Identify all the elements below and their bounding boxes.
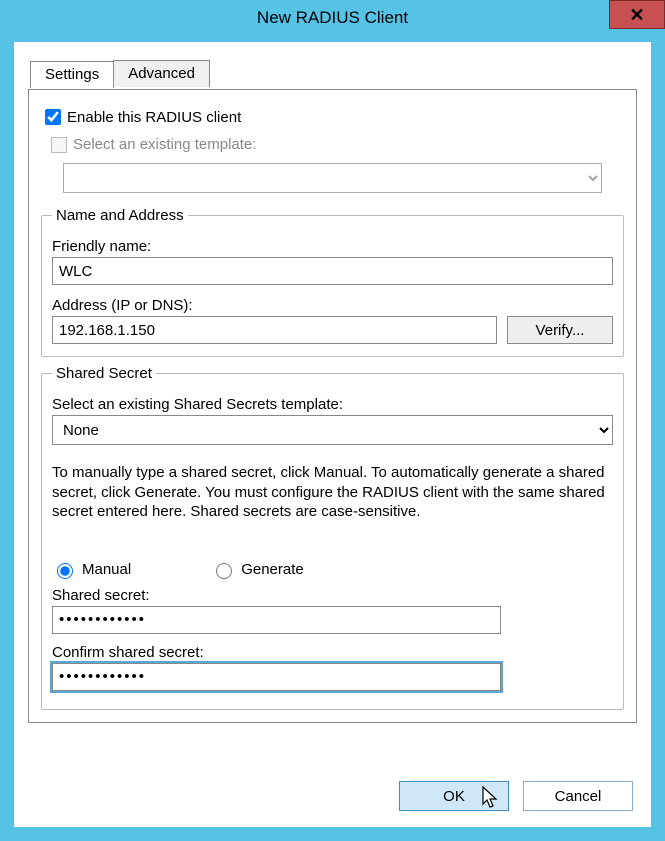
name-address-group: Name and Address Friendly name: Address … xyxy=(41,207,624,357)
tab-settings[interactable]: Settings xyxy=(30,61,114,88)
tab-advanced[interactable]: Advanced xyxy=(113,60,210,87)
existing-template-row: Select an existing template: xyxy=(51,136,624,153)
confirm-secret-input[interactable] xyxy=(52,663,501,691)
close-button[interactable]: ✕ xyxy=(609,0,665,29)
confirm-secret-label: Confirm shared secret: xyxy=(52,644,613,661)
existing-template-dropdown xyxy=(63,163,602,193)
enable-client-row: Enable this RADIUS client xyxy=(41,106,624,128)
generate-radio-label[interactable]: Generate xyxy=(211,560,304,579)
shared-secret-label: Shared secret: xyxy=(52,587,613,604)
shared-secret-info: To manually type a shared secret, click … xyxy=(52,463,613,522)
window-title: New RADIUS Client xyxy=(0,8,665,28)
verify-button[interactable]: Verify... xyxy=(507,316,613,344)
friendly-name-input[interactable] xyxy=(52,257,613,285)
shared-secret-template-label: Select an existing Shared Secrets templa… xyxy=(52,396,613,413)
existing-template-checkbox xyxy=(51,137,67,153)
name-address-legend: Name and Address xyxy=(52,207,188,224)
generate-radio[interactable] xyxy=(216,563,232,579)
dialog-button-row: OK Cancel xyxy=(399,781,633,811)
shared-secret-legend: Shared Secret xyxy=(52,365,156,382)
manual-radio[interactable] xyxy=(57,563,73,579)
manual-radio-label[interactable]: Manual xyxy=(52,560,131,579)
shared-secret-input[interactable] xyxy=(52,606,501,634)
tab-strip: Settings Advanced xyxy=(30,60,651,87)
enable-client-checkbox[interactable] xyxy=(45,109,61,125)
enable-client-label: Enable this RADIUS client xyxy=(67,109,241,126)
settings-panel: Enable this RADIUS client Select an exis… xyxy=(28,89,637,723)
close-icon: ✕ xyxy=(629,6,644,24)
shared-secret-template-dropdown[interactable]: None xyxy=(52,415,613,445)
dialog-content: Settings Advanced Enable this RADIUS cli… xyxy=(14,42,651,827)
titlebar: New RADIUS Client ✕ xyxy=(0,0,665,36)
shared-secret-group: Shared Secret Select an existing Shared … xyxy=(41,365,624,710)
existing-template-label: Select an existing template: xyxy=(73,136,256,153)
address-input[interactable] xyxy=(52,316,497,344)
cancel-button[interactable]: Cancel xyxy=(523,781,633,811)
address-label: Address (IP or DNS): xyxy=(52,297,613,314)
ok-button[interactable]: OK xyxy=(399,781,509,811)
friendly-name-label: Friendly name: xyxy=(52,238,613,255)
dialog-window: New RADIUS Client ✕ Settings Advanced En… xyxy=(0,0,665,841)
